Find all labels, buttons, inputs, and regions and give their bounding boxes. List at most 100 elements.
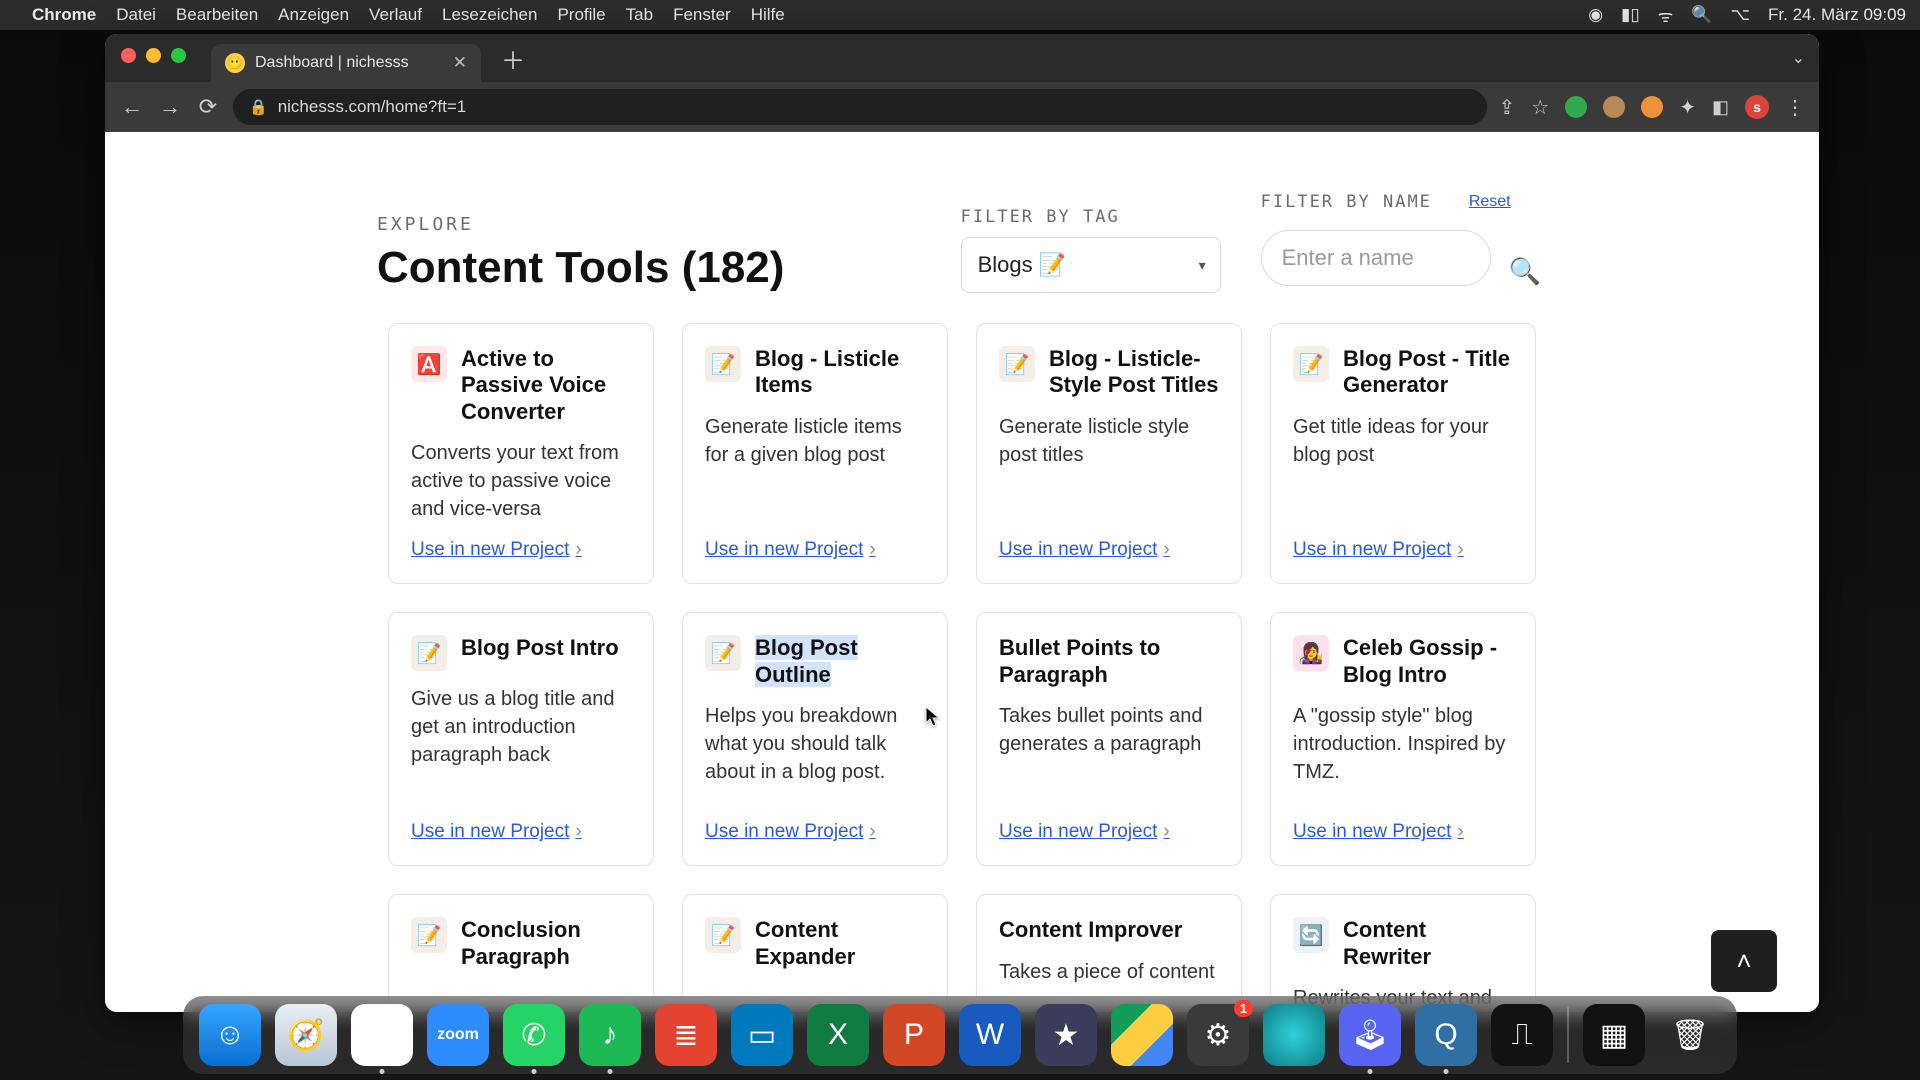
dock-app-safari[interactable]: 🧭	[275, 1004, 337, 1066]
tool-card-icon: 👩‍🎤	[1293, 635, 1329, 671]
macos-dock: ☺🧭◉zoom✆♪≣▭XPW★ ⚙1 🕹Q⎍ ▦🗑	[183, 996, 1737, 1074]
menu-anzeigen[interactable]: Anzeigen	[278, 5, 349, 25]
tool-card[interactable]: 🔄Content Rewriter Rewrites your text and	[1270, 894, 1536, 1012]
tab-close-icon[interactable]: ✕	[453, 53, 467, 73]
tag-select[interactable]: Blogs 📝 ▾	[961, 237, 1221, 293]
tool-card[interactable]: Bullet Points to Paragraph Takes bullet …	[976, 612, 1242, 866]
name-search-input[interactable]	[1261, 230, 1491, 286]
chevron-right-icon: ›	[1457, 821, 1463, 843]
running-indicator-icon	[608, 1069, 613, 1074]
page-viewport: EXPLORE Content Tools (182) FILTER BY TA…	[105, 132, 1819, 1012]
tool-card[interactable]: 🅰️Active to Passive Voice Converter Conv…	[388, 323, 654, 584]
use-in-project-link[interactable]: Use in new Project›	[1293, 539, 1513, 561]
dock-app-trash[interactable]: 🗑	[1659, 1004, 1721, 1066]
back-button[interactable]: ←	[119, 94, 145, 120]
control-center-icon[interactable]: ⌥	[1730, 5, 1750, 25]
dock-app-chrome[interactable]: ◉	[351, 1004, 413, 1066]
tool-card-title: Blog Post Intro	[461, 635, 619, 660]
menubar-app-name[interactable]: Chrome	[32, 5, 96, 25]
dock-app-finder[interactable]: ☺	[199, 1004, 261, 1066]
share-icon[interactable]: ⇪	[1499, 95, 1516, 120]
menu-fenster[interactable]: Fenster	[673, 5, 731, 25]
use-in-project-link[interactable]: Use in new Project›	[411, 539, 631, 561]
menubar-clock[interactable]: Fr. 24. März 09:09	[1768, 5, 1906, 25]
spotlight-icon[interactable]: 🔍	[1691, 5, 1712, 25]
use-in-project-link[interactable]: Use in new Project›	[999, 821, 1219, 843]
side-panel-icon[interactable]: ◧	[1712, 97, 1729, 118]
scroll-to-top-button[interactable]: ˄	[1711, 930, 1777, 992]
use-in-project-link[interactable]: Use in new Project›	[705, 539, 925, 561]
new-tab-button[interactable]: ＋	[491, 35, 535, 82]
extension-3-icon[interactable]	[1641, 96, 1663, 118]
chevron-right-icon: ›	[869, 539, 875, 561]
tool-card[interactable]: 👩‍🎤Celeb Gossip - Blog Intro A "gossip s…	[1270, 612, 1536, 866]
close-window-icon[interactable]	[121, 48, 136, 63]
menu-verlauf[interactable]: Verlauf	[369, 5, 422, 25]
dock-app-todoist[interactable]: ≣	[655, 1004, 717, 1066]
tool-card[interactable]: 📝Blog Post Intro Give us a blog title an…	[388, 612, 654, 866]
dock-app-drive[interactable]	[1111, 1004, 1173, 1066]
tool-card-title: Blog Post Outline	[755, 635, 858, 686]
dock-app-discord[interactable]: 🕹	[1339, 1004, 1401, 1066]
address-bar[interactable]: 🔒 nichesss.com/home?ft=1	[233, 89, 1487, 125]
chevron-right-icon: ›	[1163, 821, 1169, 843]
tool-card[interactable]: 📝Conclusion Paragraph	[388, 894, 654, 1012]
reset-link[interactable]: Reset	[1469, 193, 1511, 211]
dock-app-mission-control[interactable]: ▦	[1583, 1004, 1645, 1066]
tool-card[interactable]: 📝Blog - Listicle Items Generate listicle…	[682, 323, 948, 584]
dock-app-zoom[interactable]: zoom	[427, 1004, 489, 1066]
use-in-project-link[interactable]: Use in new Project›	[705, 821, 925, 843]
chevron-right-icon: ›	[1163, 539, 1169, 561]
profile-avatar[interactable]: s	[1745, 95, 1769, 119]
menu-datei[interactable]: Datei	[116, 5, 156, 25]
tool-card-icon: 📝	[705, 917, 741, 953]
menu-profile[interactable]: Profile	[557, 5, 605, 25]
extensions-puzzle-icon[interactable]: ✦	[1679, 95, 1696, 120]
tab-active[interactable]: 😶 Dashboard | nichesss ✕	[211, 44, 481, 82]
search-icon: 🔍	[1509, 256, 1541, 286]
search-button[interactable]: 🔍	[1503, 250, 1547, 293]
dock-app-word[interactable]: W	[959, 1004, 1021, 1066]
chrome-menu-icon[interactable]: ⋮	[1785, 95, 1805, 120]
tool-card[interactable]: 📝Blog Post Outline Helps you breakdown w…	[682, 612, 948, 866]
dock-app-powerpoint[interactable]: P	[883, 1004, 945, 1066]
tool-card[interactable]: 📝Blog - Listicle-Style Post Titles Gener…	[976, 323, 1242, 584]
extension-1-icon[interactable]	[1565, 96, 1587, 118]
tool-card-description: Converts your text from active to passiv…	[411, 439, 631, 523]
bookmark-star-icon[interactable]: ☆	[1531, 95, 1549, 120]
dock-app-excel[interactable]: X	[807, 1004, 869, 1066]
dock-app-trello[interactable]: ▭	[731, 1004, 793, 1066]
extension-2-icon[interactable]	[1603, 96, 1625, 118]
use-in-project-link[interactable]: Use in new Project›	[999, 539, 1219, 561]
minimize-window-icon[interactable]	[146, 48, 161, 63]
toolbar: ← → ⟳ 🔒 nichesss.com/home?ft=1 ⇪ ☆ ✦ ◧ s…	[105, 82, 1819, 132]
forward-button[interactable]: →	[157, 94, 183, 120]
tool-card[interactable]: 📝Content Expander	[682, 894, 948, 1012]
dock-app-quicktime[interactable]: Q	[1415, 1004, 1477, 1066]
tool-card[interactable]: 📝Blog Post - Title Generator Get title i…	[1270, 323, 1536, 584]
dock-app-voice-memos[interactable]: ⎍	[1491, 1004, 1553, 1066]
menu-lesezeichen[interactable]: Lesezeichen	[442, 5, 537, 25]
screen-record-icon[interactable]: ◉	[1588, 5, 1603, 25]
dock-app-imovie[interactable]: ★	[1035, 1004, 1097, 1066]
tool-card-description: Generate listicle items for a given blog…	[705, 413, 925, 523]
tabs-overflow-icon[interactable]: ⌄	[1792, 48, 1805, 68]
filter-tag-label: FILTER BY TAG	[961, 207, 1221, 227]
tool-card[interactable]: Content Improver Takes a piece of conten…	[976, 894, 1242, 1012]
use-in-project-link[interactable]: Use in new Project›	[1293, 821, 1513, 843]
menu-hilfe[interactable]: Hilfe	[751, 5, 785, 25]
battery-icon[interactable]: ▮▯	[1621, 5, 1640, 25]
dock-app-siri[interactable]	[1263, 1004, 1325, 1066]
wifi-icon[interactable]: ᯤ	[1658, 4, 1674, 27]
menu-bearbeiten[interactable]: Bearbeiten	[176, 5, 258, 25]
dock-app-whatsapp[interactable]: ✆	[503, 1004, 565, 1066]
use-in-project-link[interactable]: Use in new Project›	[411, 821, 631, 843]
menu-tab[interactable]: Tab	[626, 5, 653, 25]
dock-app-spotify[interactable]: ♪	[579, 1004, 641, 1066]
fullscreen-window-icon[interactable]	[171, 48, 186, 63]
tool-card-icon: 📝	[411, 917, 447, 953]
tools-grid: 🅰️Active to Passive Voice Converter Conv…	[377, 323, 1547, 866]
reload-button[interactable]: ⟳	[195, 94, 221, 120]
tool-card-description: Get title ideas for your blog post	[1293, 413, 1513, 523]
dock-app-settings[interactable]: ⚙1	[1187, 1004, 1249, 1066]
